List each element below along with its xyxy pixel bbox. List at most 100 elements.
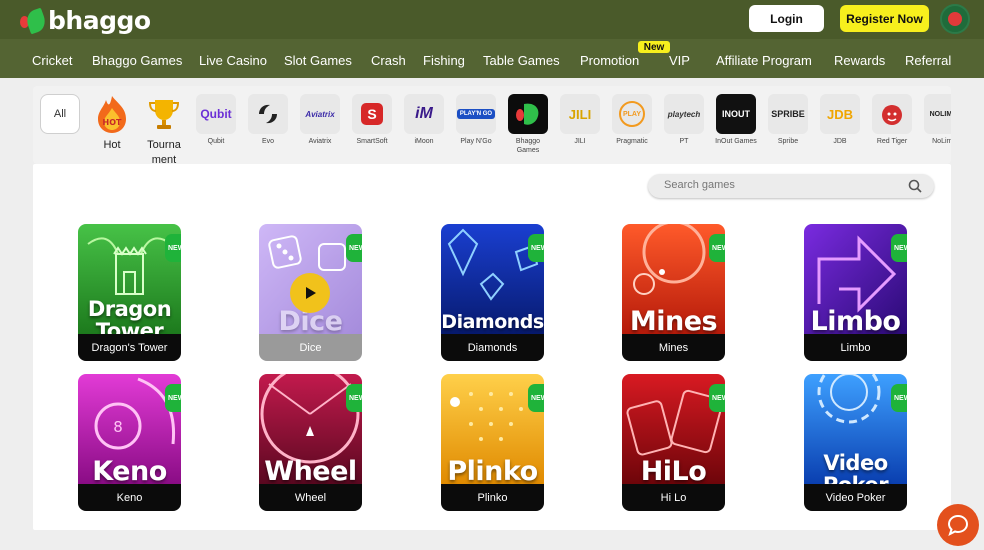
new-badge: NEW	[891, 384, 907, 412]
provider-label: Red Tiger	[876, 138, 908, 145]
provider-hot[interactable]: HOT Hot	[89, 94, 135, 153]
game-card-wheel[interactable]: Wheel Wheel NEW	[259, 374, 362, 511]
game-card-dice[interactable]: Dice Dice NEW	[259, 224, 362, 361]
playtech-logo-icon: playtech	[664, 94, 704, 134]
nav-item-fishing[interactable]: Fishing	[423, 53, 465, 68]
provider-label: Spribe	[777, 138, 799, 145]
trophy-icon	[144, 94, 184, 134]
game-art-title: Mines	[629, 306, 718, 337]
provider-label: Hot	[103, 139, 121, 151]
register-button[interactable]: Register Now	[840, 5, 929, 32]
language-flag-icon[interactable]	[940, 4, 970, 34]
nav-item-cricket[interactable]: Cricket	[32, 53, 72, 68]
provider-bhaggo-games[interactable]: Bhaggo Games	[505, 94, 551, 155]
provider-pragmatic[interactable]: PLAY Pragmatic	[609, 94, 655, 146]
nav-item-rewards[interactable]: Rewards	[834, 53, 885, 68]
svg-text:HOT: HOT	[103, 118, 122, 127]
game-card-mines[interactable]: Mines Mines NEW	[622, 224, 725, 361]
new-badge: NEW	[346, 384, 362, 412]
provider-all-button[interactable]: All	[40, 94, 80, 134]
game-art-title: Limbo	[810, 306, 901, 337]
provider-label: iMoon	[414, 138, 434, 145]
fire-icon: HOT	[92, 94, 132, 134]
new-badge: NEW	[165, 234, 181, 262]
live-chat-button[interactable]	[937, 504, 979, 546]
provider-nolimit[interactable]: NOLIMIT NoLimit	[921, 94, 951, 146]
provider-label: Play N'Go	[460, 138, 492, 145]
provider-label: PT	[679, 138, 689, 145]
provider-imoon[interactable]: iM iMoon	[401, 94, 447, 146]
logo-text: bhaggo	[48, 6, 151, 35]
provider-qubit[interactable]: Qubit Qubit	[193, 94, 239, 146]
provider-pt[interactable]: playtech PT	[661, 94, 707, 146]
top-bar: bhaggo Login Register Now	[0, 0, 984, 39]
chat-bubble-icon	[947, 514, 969, 536]
provider-evo[interactable]: Evo	[245, 94, 291, 146]
qubit-logo-icon: Qubit	[196, 94, 236, 134]
evo-logo-icon	[248, 94, 288, 134]
nav-item-live-casino[interactable]: Live Casino	[199, 53, 267, 68]
new-badge: NEW	[528, 384, 544, 412]
provider-label: Aviatrix	[308, 138, 332, 145]
red-tiger-logo-icon	[872, 94, 912, 134]
provider-red-tiger[interactable]: Red Tiger	[869, 94, 915, 146]
game-caption: Diamonds	[441, 334, 544, 361]
provider-spribe[interactable]: SPRIBE Spribe	[765, 94, 811, 146]
nav-item-crash[interactable]: Crash	[371, 53, 406, 68]
game-card-hi-lo[interactable]: HiLo Hi Lo NEW	[622, 374, 725, 511]
play-icon[interactable]	[290, 273, 330, 313]
search-input[interactable]: Search games	[648, 174, 934, 198]
nolimit-logo-icon: NOLIMIT	[924, 94, 951, 134]
provider-label: Evo	[261, 138, 275, 145]
game-card-plinko[interactable]: Plinko Plinko NEW	[441, 374, 544, 511]
search-placeholder: Search games	[664, 179, 735, 191]
playngo-logo-icon: PLAY'N GO	[456, 94, 496, 134]
nav-item-slot-games[interactable]: Slot Games	[284, 53, 352, 68]
logo-mark-icon	[20, 7, 49, 34]
provider-inout-games[interactable]: INOUT InOut Games	[713, 94, 759, 146]
spribe-logo-icon: SPRIBE	[768, 94, 808, 134]
provider-label: SmartSoft	[356, 138, 388, 145]
provider-filter-strip: All HOT Hot Tournament Qubit Qubit Evo A…	[33, 86, 951, 164]
nav-item-referral[interactable]: Referral	[905, 53, 951, 68]
provider-tournament[interactable]: Tournament	[141, 94, 187, 164]
new-badge: NEW	[891, 234, 907, 262]
login-button[interactable]: Login	[749, 5, 824, 32]
provider-label: InOut Games	[715, 138, 757, 145]
provider-label: Bhaggo Games	[515, 138, 541, 154]
nav-item-promotion[interactable]: Promotion	[580, 53, 639, 68]
game-art-title: Plinko	[447, 456, 538, 487]
game-caption: Limbo	[804, 334, 907, 361]
nav-item-table-games[interactable]: Table Games	[483, 53, 560, 68]
game-art-title: Diamonds	[441, 311, 544, 333]
aviatrix-logo-icon: Aviatrix	[300, 94, 340, 134]
provider-jili[interactable]: JILI JILI	[557, 94, 603, 146]
imoon-logo-icon: iM	[404, 94, 444, 134]
provider-aviatrix[interactable]: Aviatrix Aviatrix	[297, 94, 343, 146]
provider-label: Tournament	[147, 139, 181, 164]
game-card-video-poker[interactable]: Video Poker Video Poker NEW	[804, 374, 907, 511]
game-art-title: Keno	[92, 456, 167, 487]
provider-play-n-go[interactable]: PLAY'N GO Play N'Go	[453, 94, 499, 146]
site-logo[interactable]: bhaggo	[20, 6, 151, 35]
new-badge: NEW	[528, 234, 544, 262]
nav-item-vip[interactable]: VIP	[669, 53, 690, 68]
game-caption: Dragon's Tower	[78, 334, 181, 361]
game-card-limbo[interactable]: Limbo Limbo NEW	[804, 224, 907, 361]
nav-item-affiliate-program[interactable]: Affiliate Program	[716, 53, 812, 68]
game-card-keno[interactable]: 8 Keno Keno NEW	[78, 374, 181, 511]
game-card-dragons-tower[interactable]: Dragon Tower Dragon's Tower NEW	[78, 224, 181, 361]
game-caption: Dice	[259, 334, 362, 361]
new-badge: NEW	[165, 384, 181, 412]
game-card-diamonds[interactable]: Diamonds Diamonds NEW	[441, 224, 544, 361]
game-caption: Wheel	[259, 484, 362, 511]
jdb-logo-icon: JDB	[820, 94, 860, 134]
new-badge: NEW	[709, 384, 725, 412]
new-badge: NEW	[709, 234, 725, 262]
nav-item-bhaggo-games[interactable]: Bhaggo Games	[92, 53, 182, 68]
game-art-title: HiLo	[640, 456, 707, 487]
game-caption: Plinko	[441, 484, 544, 511]
search-icon[interactable]	[908, 179, 922, 193]
provider-jdb[interactable]: JDB JDB	[817, 94, 863, 146]
provider-smartsoft[interactable]: S SmartSoft	[349, 94, 395, 146]
